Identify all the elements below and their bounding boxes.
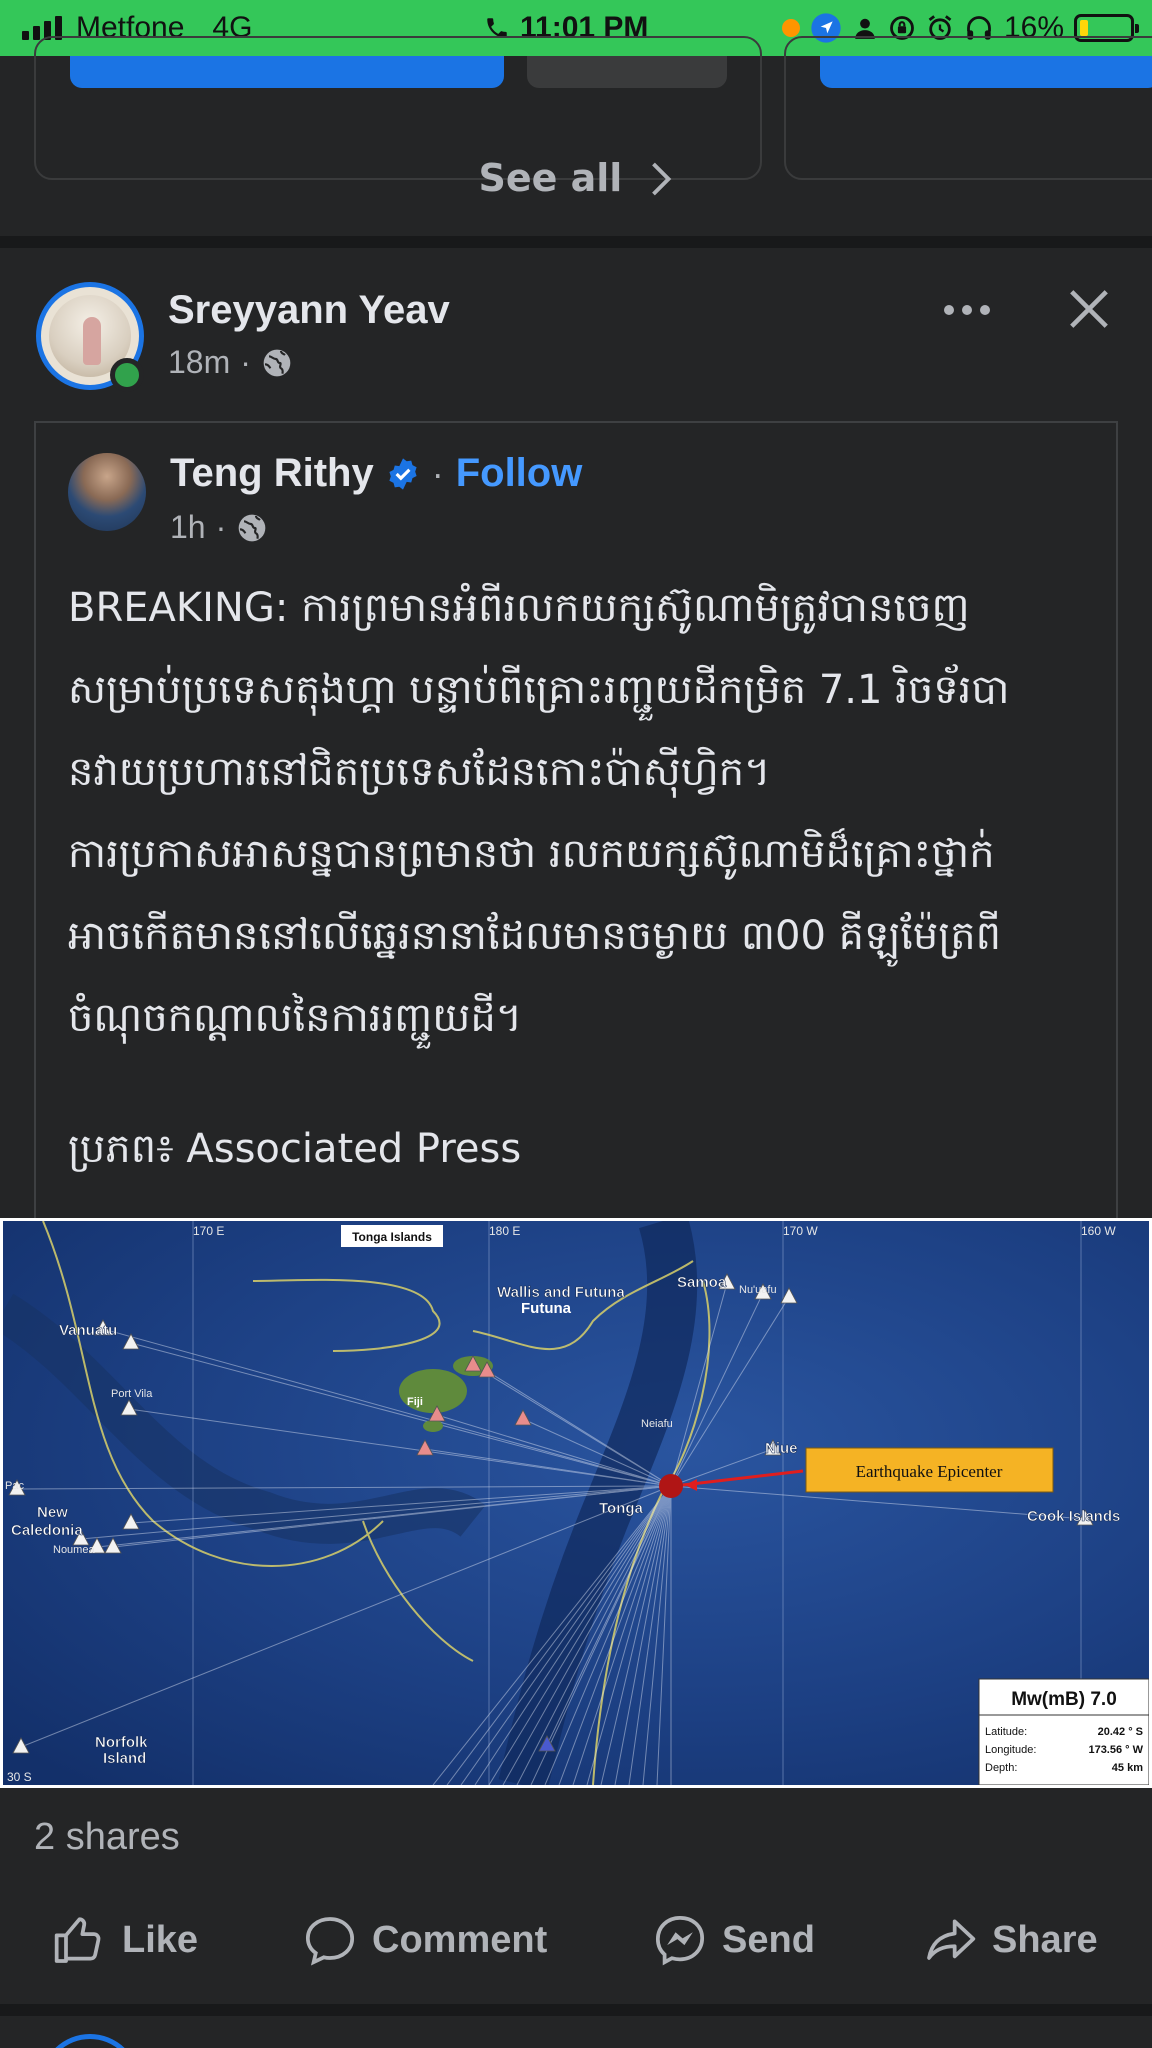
send-label: Send [722,1918,815,1961]
post-meta: 18m · [168,344,293,381]
longitude-label: 170 W [783,1224,818,1238]
share-label: Share [992,1918,1098,1961]
suggestions-carousel: See all [0,36,1152,236]
place-label: Noumea [53,1544,95,1556]
thumbs-up-icon [54,1917,101,1963]
post-text-line: អាចកើតមាននៅលើឆ្នេរនានាដែលមានចម្ងាយ ៣00 គ… [68,913,1001,959]
shared-post-meta: 1h · [170,509,268,546]
epicenter-label: Earthquake Epicenter [856,1462,1003,1481]
privacy-indicator-icon [781,19,800,37]
avatar[interactable] [40,2034,140,2048]
place-label: Samoa [677,1274,727,1291]
post-text-line: សម្រាប់ប្រទេសតុងហ្គា បន្ទាប់ពីគ្រោះរញ្ជួ… [68,667,1010,713]
post-text-line: នវាយប្រហារនៅជិតប្រទេសដែនកោះប៉ាស៊ីហ្វិក។ [68,749,771,795]
share-button[interactable]: Share [922,1904,1098,1976]
earthquake-map-image[interactable]: 170 E 180 E 170 W 160 W 30 S Tonga Islan… [0,1218,1152,1788]
see-all-label: See all [478,156,623,200]
info-label: Longitude: [985,1744,1036,1756]
comment-label: Comment [372,1918,548,1961]
online-status-icon [110,358,144,392]
card-primary-button[interactable] [820,56,1152,88]
avatar[interactable] [68,453,146,531]
post-text-line: ចំណុចកណ្តាលនៃការរញ្ជួយដី។ [68,995,523,1041]
share-icon [927,1919,976,1960]
feed-divider [0,2004,1152,2016]
shared-post[interactable]: Teng Rithy · Follow 1h · BREAKING: ការព្… [34,421,1118,1221]
place-label: Wallis and Futuna [497,1284,625,1301]
like-label: Like [122,1918,199,1961]
info-label: Depth: [985,1762,1017,1774]
comment-icon [305,1917,355,1966]
post-text: BREAKING: ការព្រមានអំពីរលកយក្សស៊ូណាមិត្រ… [68,567,1098,1059]
info-value: 20.42 ° S [1098,1726,1143,1738]
post-source: ប្រភព៖ Associated Press [68,1126,522,1172]
chevron-right-icon [651,162,671,196]
place-label: Neiafu [641,1418,673,1430]
shared-author-name[interactable]: Teng Rithy [170,451,374,496]
longitude-label: 170 E [193,1224,224,1238]
globe-icon [238,514,266,541]
post-text-line: ការប្រកាសអាសន្នបានព្រមានថា រលកយក្សស៊ូណាម… [68,831,995,877]
messenger-icon [655,1915,705,1966]
like-button[interactable]: Like [52,1904,198,1976]
place-label: New [37,1504,68,1521]
verified-badge-icon [389,457,417,490]
info-value: 173.56 ° W [1088,1744,1143,1756]
post-text-line: BREAKING: ការព្រមានអំពីរលកយក្សស៊ូណាមិត្រ… [68,585,970,631]
place-label: Fiji [407,1396,423,1408]
shared-post-time[interactable]: 1h [170,509,206,546]
longitude-label: 180 E [489,1224,520,1238]
post-time[interactable]: 18m [168,344,230,381]
place-label: Caledonia [11,1522,83,1539]
post-actions: Like Comment Send Share [0,1904,1152,1976]
see-all-link[interactable]: See all [0,156,1152,200]
map-title: Tonga Islands [352,1230,432,1244]
card-secondary-button[interactable] [527,56,727,88]
feed-divider [0,236,1152,248]
more-options-icon[interactable] [944,300,992,320]
place-label: Tonga [599,1500,644,1517]
place-label: Nu'uafu [739,1284,777,1296]
post-author-name[interactable]: Sreyyann Yeav [168,288,450,333]
longitude-label: 160 W [1081,1224,1116,1238]
info-value: 45 km [1112,1762,1143,1774]
send-button[interactable]: Send [652,1904,815,1976]
close-icon[interactable] [1066,286,1112,332]
place-label: Cook Islands [1027,1508,1120,1525]
follow-button[interactable]: Follow [456,451,583,496]
place-label: Niue [765,1440,798,1457]
card-primary-button[interactable] [70,56,504,88]
info-label: Latitude: [985,1726,1027,1738]
place-label-line2: Futuna [521,1300,572,1317]
place-label: Pac [5,1480,24,1492]
place-label: Vanuatu [59,1322,117,1339]
latitude-label: 30 S [7,1770,32,1784]
place-label: Island [103,1750,146,1767]
comment-button[interactable]: Comment [302,1904,547,1976]
place-label: Port Vila [111,1388,153,1400]
place-label: Norfolk [95,1734,148,1751]
globe-icon [263,349,291,376]
share-count[interactable]: 2 shares [34,1816,180,1859]
magnitude-label: Mw(mB) 7.0 [1011,1689,1117,1710]
